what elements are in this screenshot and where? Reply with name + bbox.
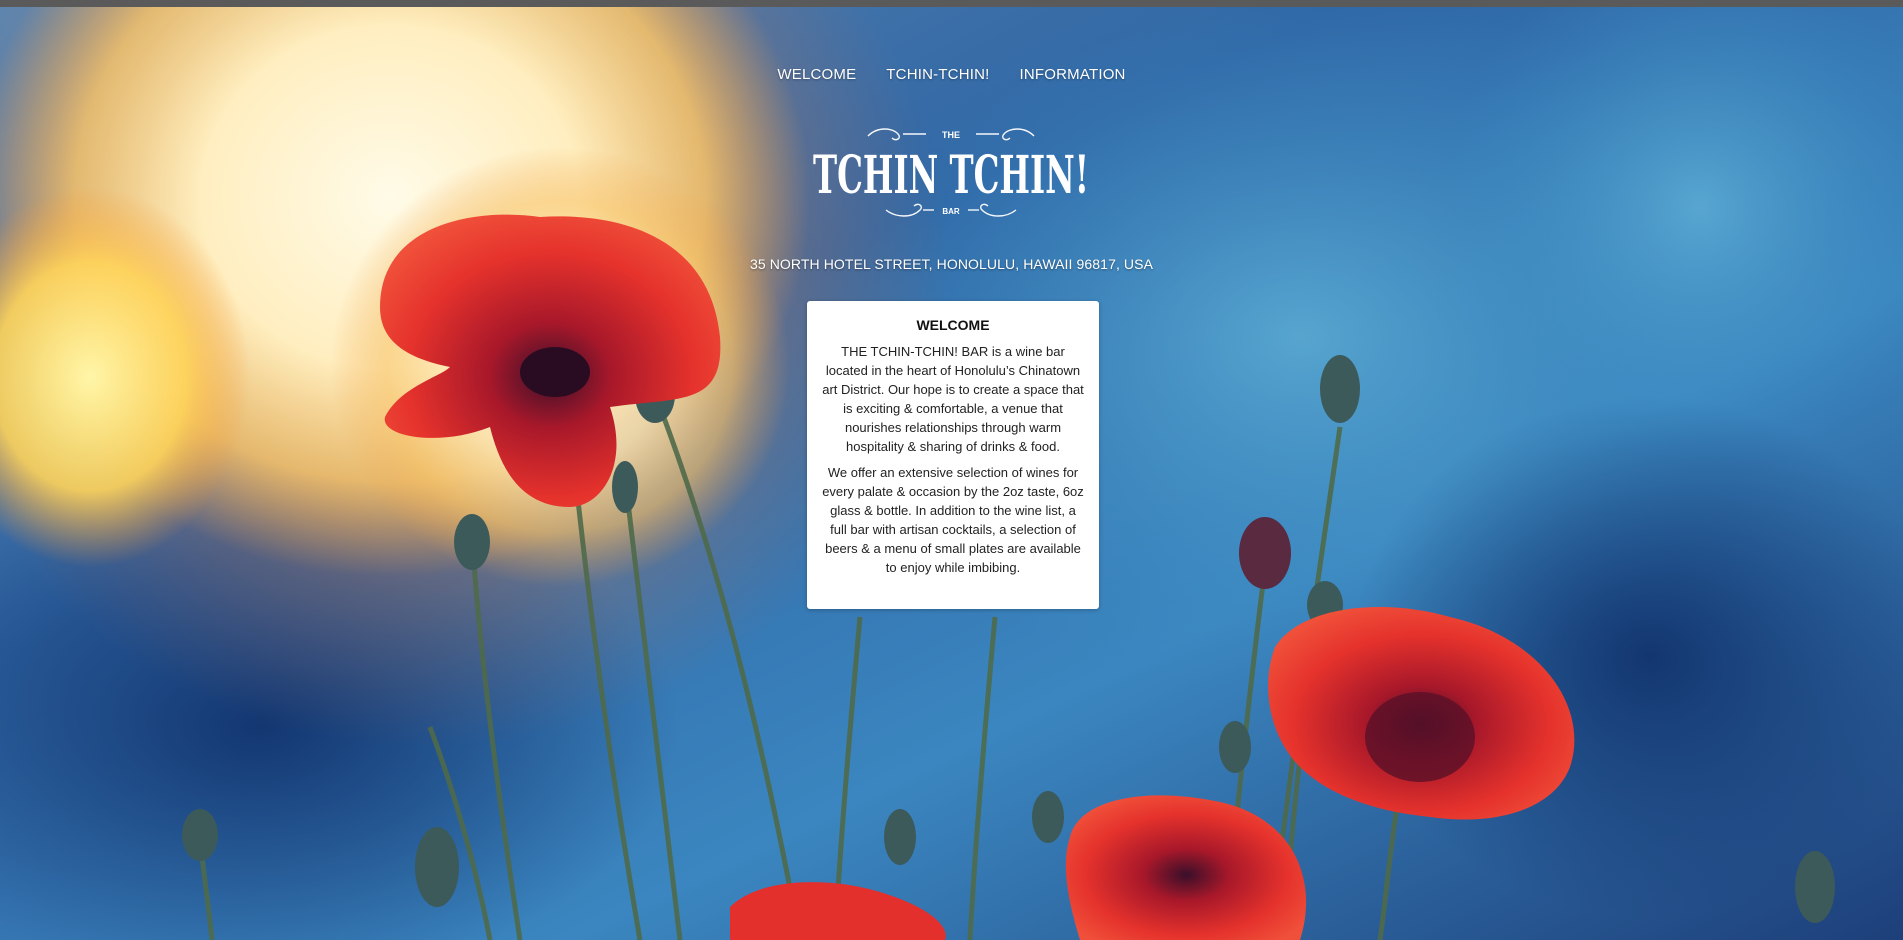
site-logo[interactable]: THE TCHIN TCHIN! BAR — [808, 122, 1094, 224]
main-navigation: WELCOME TCHIN-TCHIN! INFORMATION — [0, 66, 1903, 83]
address-text: 35 NORTH HOTEL STREET, HONOLULU, HAWAII … — [749, 256, 1154, 272]
welcome-paragraph-1: THE TCHIN-TCHIN! BAR is a wine bar locat… — [822, 344, 1084, 454]
nav-link-information[interactable]: INFORMATION — [1020, 66, 1126, 83]
welcome-card-title: WELCOME — [916, 317, 990, 333]
welcome-paragraph-2: We offer an extensive selection of wines… — [822, 465, 1084, 575]
page: WELCOME TCHIN-TCHIN! INFORMATION THE TCH… — [0, 0, 1903, 940]
nav-link-tchin-tchin[interactable]: TCHIN-TCHIN! — [886, 66, 989, 83]
browser-top-bar — [0, 0, 1903, 7]
logo-bottom-text: BAR — [942, 207, 960, 216]
logo-main-text: TCHIN TCHIN! — [813, 145, 1089, 206]
welcome-card: WELCOME THE TCHIN-TCHIN! BAR is a wine b… — [807, 301, 1099, 609]
logo-top-text: THE — [942, 130, 960, 140]
nav-link-welcome[interactable]: WELCOME — [777, 66, 856, 83]
